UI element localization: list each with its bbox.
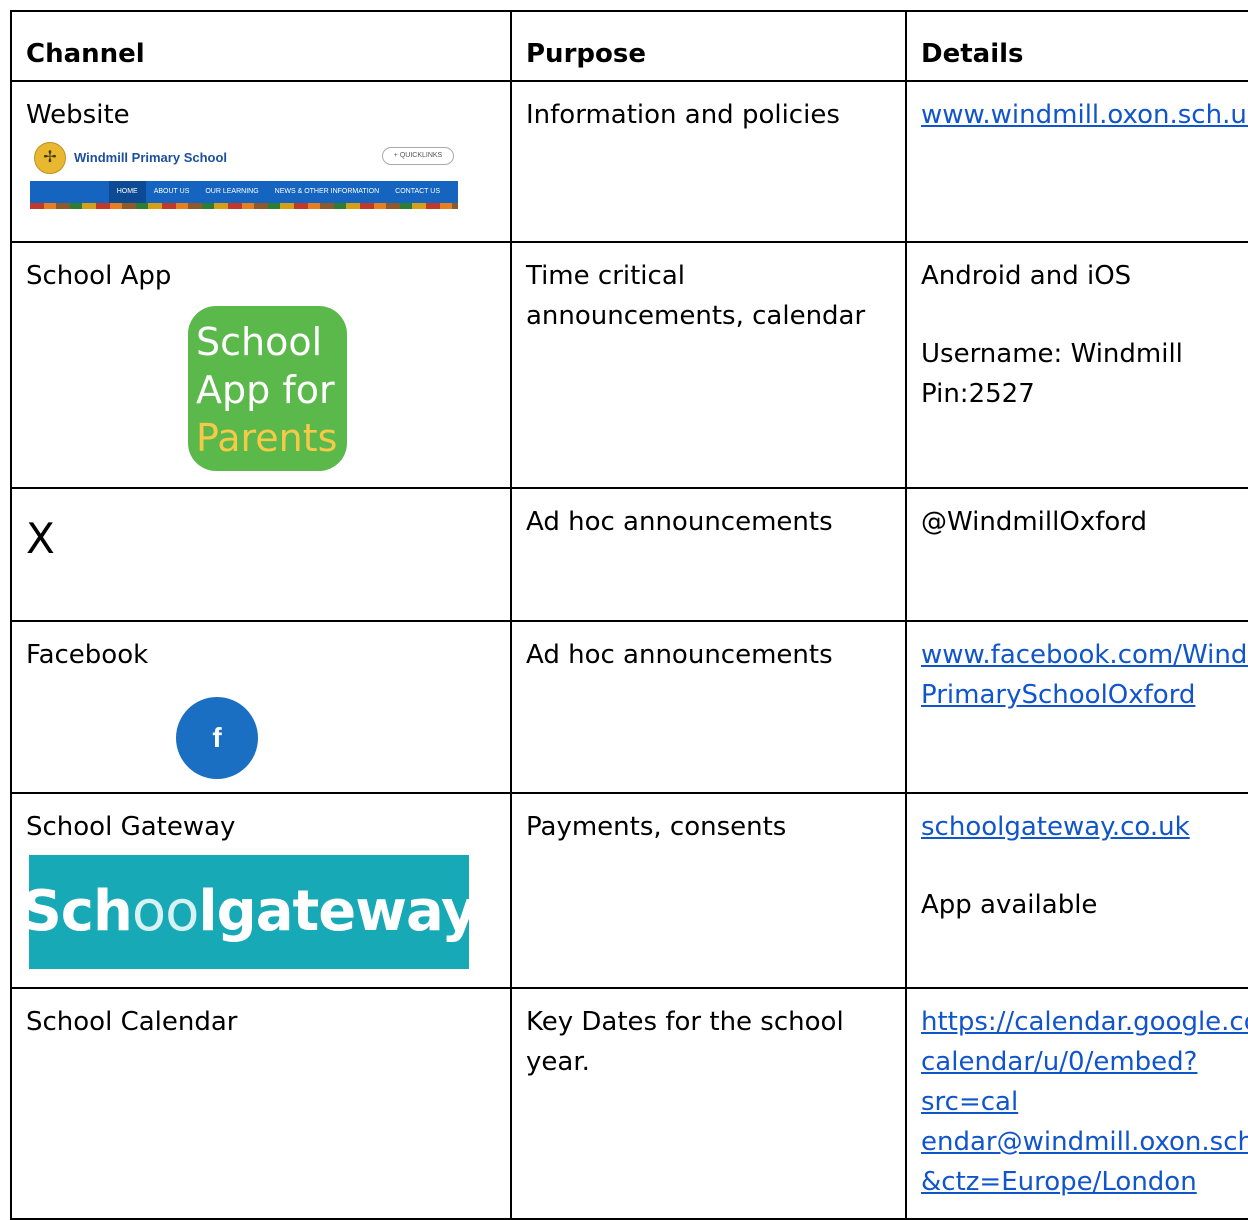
calendar-link[interactable]: https://calendar.google.com/calendar/u/0… [921, 1007, 1248, 1197]
facebook-icon: f [176, 697, 258, 779]
banner-strip [30, 203, 458, 209]
link-part: calendar/u/0/embed?src=cal [921, 1047, 1198, 1117]
cell-details: https://calendar.google.com/calendar/u/0… [905, 987, 1248, 1220]
website-nav: HOME ABOUT US OUR LEARNING NEWS & OTHER … [30, 181, 458, 203]
link-part: www.facebook.com/Windmill [921, 640, 1248, 670]
table-row: School Gateway Sch oo lgateway Payments, c… [10, 792, 1248, 989]
x-logo-icon: X [26, 514, 55, 563]
channel-label: School App [26, 261, 172, 291]
app-available-note: App available [921, 890, 1098, 920]
app-icon-text: App for [196, 368, 335, 412]
school-app-icon: School App for Parents [188, 306, 347, 471]
pin: Pin:2527 [921, 379, 1035, 409]
windmill-crest-icon: ✢ [34, 142, 66, 174]
platforms: Android and iOS [921, 261, 1132, 291]
nav-item: NEWS & OTHER INFORMATION [274, 188, 380, 195]
cell-details: @WindmillOxford [905, 487, 1248, 622]
link-part: &ctz=Europe/London [921, 1167, 1197, 1197]
app-icon-text: Parents [196, 416, 338, 460]
nav-item: CONTACT US [395, 188, 440, 195]
website-link[interactable]: www.windmill.oxon.sch.uk [921, 100, 1248, 130]
channel-label: Website [26, 100, 130, 130]
cell-purpose: Ad hoc announcements [510, 487, 907, 622]
channels-table: Channel Purpose Details Website ✢ Windmi… [10, 10, 1248, 1220]
header-details: Details [905, 10, 1248, 82]
cell-channel: School Gateway Sch oo lgateway [10, 792, 512, 989]
nav-item: HOME [108, 181, 146, 203]
link-part: endar@windmill.oxon.sch.uk [921, 1127, 1248, 1157]
table-row: X Ad hoc announcements @WindmillOxford [10, 487, 1248, 622]
schoolgateway-logo: Sch oo lgateway [21, 855, 478, 969]
cell-details: www.windmill.oxon.sch.uk [905, 80, 1248, 243]
cell-purpose: Ad hoc announcements [510, 620, 907, 794]
logo-part: Sch [21, 879, 132, 944]
header-channel: Channel [10, 10, 512, 82]
app-icon-text: School [196, 320, 323, 364]
cell-channel: School App School App for Parents [10, 241, 512, 489]
cell-purpose: Payments, consents [510, 792, 907, 989]
cell-channel: Website ✢ Windmill Primary School + QUIC… [10, 80, 512, 243]
nav-item: OUR LEARNING [205, 188, 259, 195]
facebook-link[interactable]: www.facebook.com/Windmill PrimarySchoolOx… [921, 640, 1248, 710]
table-row: Facebook f Ad hoc announcements www.face… [10, 620, 1248, 794]
cell-channel: X [10, 487, 512, 622]
table-row: Website ✢ Windmill Primary School + QUIC… [10, 80, 1248, 243]
channel-label: Facebook [26, 640, 149, 670]
nav-item: ABOUT US [153, 188, 190, 195]
school-name: Windmill Primary School [74, 150, 228, 165]
cell-details: Android and iOS Username: Windmill Pin:2… [905, 241, 1248, 489]
table-row: School Calendar Key Dates for the school… [10, 987, 1248, 1220]
cell-purpose: Information and policies [510, 80, 907, 243]
table-row: School App School App for Parents Time c… [10, 241, 1248, 489]
cell-channel: Facebook f [10, 620, 512, 794]
channel-label: School Gateway [26, 812, 236, 842]
header-row: Channel Purpose Details [10, 10, 1248, 82]
link-part: https://calendar.google.com/ [921, 1007, 1248, 1037]
website-preview-image: ✢ Windmill Primary School + QUICKLINKS H… [26, 139, 458, 219]
username: Username: Windmill [921, 339, 1183, 369]
logo-part: lgateway [198, 879, 477, 944]
cell-channel: School Calendar [10, 987, 512, 1220]
cell-details: www.facebook.com/Windmill PrimarySchoolOx… [905, 620, 1248, 794]
cell-details: schoolgateway.co.uk App available [905, 792, 1248, 989]
link-part: PrimarySchoolOxford [921, 680, 1196, 710]
cell-purpose: Time critical announcements, calendar [510, 241, 907, 489]
logo-part: oo [131, 879, 200, 944]
quicklinks-button: + QUICKLINKS [382, 147, 454, 165]
header-purpose: Purpose [510, 10, 907, 82]
schoolgateway-link[interactable]: schoolgateway.co.uk [921, 812, 1190, 842]
cell-purpose: Key Dates for the school year. [510, 987, 907, 1220]
